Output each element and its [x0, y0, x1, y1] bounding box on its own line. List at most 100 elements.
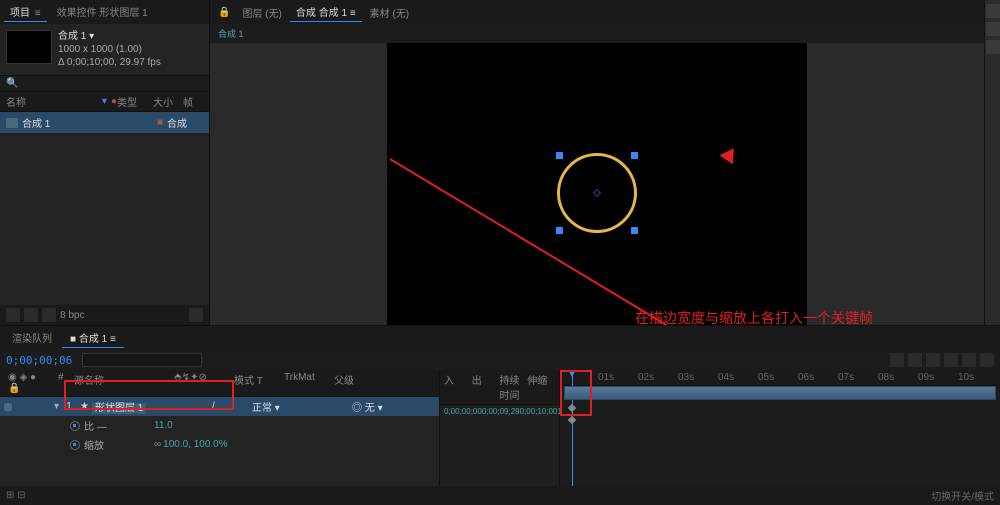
lock-icon[interactable]: 🔒: [214, 7, 234, 18]
time-ruler[interactable]: 01s 02s 03s 04s 05s 06s 07s 08s 09s 10s: [560, 370, 1000, 386]
stopwatch-icon[interactable]: [70, 421, 80, 431]
draft3d-button[interactable]: [908, 353, 922, 367]
tab-timeline-comp[interactable]: ■ 合成 1 ≡: [62, 328, 124, 348]
interpret-footage-button[interactable]: [6, 308, 20, 322]
timeline-search-input[interactable]: [82, 353, 202, 367]
blend-mode-dropdown[interactable]: 正常 ▾: [252, 399, 302, 414]
col-fps[interactable]: 帧: [183, 94, 203, 109]
out-value[interactable]: 0;00;09;29: [482, 407, 520, 416]
shape-circle[interactable]: ◇: [557, 153, 637, 233]
parent-dropdown[interactable]: ◎ 无 ▾: [352, 399, 432, 414]
motion-blur-button[interactable]: [962, 353, 976, 367]
timeline-tabs: 渲染队列 ■ 合成 1 ≡: [0, 326, 1000, 350]
in-value[interactable]: 0;00;00;00: [444, 407, 482, 416]
bbox-handle[interactable]: [556, 152, 563, 159]
tab-project[interactable]: 项目 ≡: [4, 2, 47, 22]
property-row[interactable]: 比 — 11.0: [0, 416, 439, 435]
project-columns-header: 名称 ▾ ● 类型 大小 帧: [0, 92, 209, 112]
comp-name-label[interactable]: 合成 1 ▾: [58, 30, 161, 43]
col-mode[interactable]: 模式 T: [230, 372, 280, 394]
col-name[interactable]: 名称: [6, 94, 26, 109]
timeline-footer: ⊞ ⊟ 切换开关/模式: [0, 486, 1000, 505]
col-source-name[interactable]: 源名称: [70, 372, 170, 394]
menu-icon[interactable]: ≡: [350, 8, 356, 19]
col-stretch[interactable]: 伸缩: [527, 372, 555, 402]
timeline-columns-header: ◉ ◈ ● 🔒 # 源名称 ⬘↯✦⊘ 模式 T TrkMat 父级: [0, 370, 439, 397]
layer-switch[interactable]: [192, 401, 200, 409]
sort-arrow-icon[interactable]: ▾: [102, 96, 107, 107]
timeline-body: ◉ ◈ ● 🔒 # 源名称 ⬘↯✦⊘ 模式 T TrkMat 父级 ▾ 1 ★ …: [0, 370, 1000, 486]
project-search[interactable]: 🔍: [0, 75, 209, 92]
tab-footage[interactable]: 素材 (无): [364, 3, 415, 22]
tab-composition[interactable]: 合成 合成 1 ≡: [290, 2, 362, 22]
col-in[interactable]: 入: [444, 372, 472, 402]
bbox-handle[interactable]: [556, 227, 563, 234]
project-panel-tabs: 项目 ≡ 效果控件 形状图层 1: [0, 0, 209, 24]
comp-mini-flowchart-button[interactable]: [890, 353, 904, 367]
bbox-handle[interactable]: [631, 227, 638, 234]
layer-name[interactable]: 形状图层 1: [92, 403, 146, 414]
timeline-io-columns: 入 出 持续时间 伸缩 0;00;00;00 0;00;09;29 0;00;1…: [440, 370, 560, 486]
project-item-row[interactable]: 合成 1 ■ 合成: [0, 112, 209, 133]
project-footer: 8 bpc: [0, 305, 209, 325]
current-timecode[interactable]: 0;00;00;06: [6, 354, 72, 367]
layer-color-label[interactable]: ★: [80, 401, 89, 412]
frame-blend-button[interactable]: [944, 353, 958, 367]
dock-button[interactable]: [986, 40, 1000, 54]
toggle-switches-button[interactable]: 切换开关/模式: [931, 488, 994, 503]
keyframe-diamond[interactable]: [568, 404, 576, 412]
viewer-panel: 🔒 图层 (无) 合成 合成 1 ≡ 素材 (无) 合成 1 ◇ 在描边宽度与缩…: [210, 0, 984, 325]
shy-button[interactable]: [926, 353, 940, 367]
project-item-name: 合成 1: [22, 115, 157, 130]
property-row[interactable]: 缩放 ∞ 100.0, 100.0%: [0, 435, 439, 454]
comp-breadcrumb[interactable]: 合成 1: [210, 24, 984, 43]
col-trkmat[interactable]: TrkMat: [280, 372, 330, 394]
stopwatch-icon[interactable]: [70, 440, 80, 450]
viewer-tabs: 🔒 图层 (无) 合成 合成 1 ≡ 素材 (无): [210, 0, 984, 24]
tab-effect-controls[interactable]: 效果控件 形状图层 1: [51, 2, 154, 22]
col-duration[interactable]: 持续时间: [500, 372, 528, 402]
graph-editor-button[interactable]: [980, 353, 994, 367]
layer-duration-bar[interactable]: [564, 386, 996, 400]
search-icon: 🔍: [6, 78, 18, 89]
dock-button[interactable]: [986, 4, 1000, 18]
new-folder-button[interactable]: [24, 308, 38, 322]
tab-layer[interactable]: 图层 (无): [236, 3, 287, 22]
comp-info: 合成 1 ▾ 1000 x 1000 (1.00) Δ 0;00;10;00, …: [0, 24, 209, 75]
property-name: 缩放: [84, 437, 154, 452]
layer-index: 1: [61, 401, 77, 412]
col-parent[interactable]: 父级: [330, 372, 410, 394]
timeline-layer-outline: ◉ ◈ ● 🔒 # 源名称 ⬘↯✦⊘ 模式 T TrkMat 父级 ▾ 1 ★ …: [0, 370, 440, 486]
project-item-type: 合成: [167, 115, 203, 130]
layer-row[interactable]: ▾ 1 ★ 形状图层 1 / 正常 ▾ ◎ 无 ▾: [0, 397, 439, 416]
trash-button[interactable]: [189, 308, 203, 322]
col-size[interactable]: 大小: [153, 94, 183, 109]
tab-render-queue[interactable]: 渲染队列: [4, 328, 60, 348]
composition-viewer[interactable]: ◇ 在描边宽度与缩放上各打入一个关键帧: [210, 43, 984, 343]
twirl-icon[interactable]: ▾: [54, 401, 59, 412]
twirl-layer-button[interactable]: ⊞ ⊟: [6, 490, 26, 501]
property-value[interactable]: 100.0, 100.0%: [163, 439, 228, 450]
visibility-toggle[interactable]: [4, 403, 12, 411]
keyframe-diamond[interactable]: [568, 416, 576, 424]
bpc-label[interactable]: 8 bpc: [60, 310, 84, 321]
comp-thumbnail[interactable]: [6, 30, 52, 64]
timeline-panel: 渲染队列 ■ 合成 1 ≡ 0;00;00;06 ◉ ◈ ● 🔒 # 源名称 ⬘…: [0, 325, 1000, 505]
new-comp-button[interactable]: [42, 308, 56, 322]
timeline-header: 0;00;00;06: [0, 350, 1000, 370]
property-name: 比 —: [84, 418, 154, 433]
project-item-tag: ■: [157, 117, 163, 128]
menu-icon[interactable]: ≡: [35, 8, 41, 19]
col-type[interactable]: 类型: [117, 94, 153, 109]
property-value[interactable]: 11.0: [154, 420, 173, 431]
layer-switch[interactable]: [202, 401, 210, 409]
right-dock: [984, 0, 1000, 325]
dock-button[interactable]: [986, 22, 1000, 36]
bbox-handle[interactable]: [631, 152, 638, 159]
col-out[interactable]: 出: [472, 372, 500, 402]
timeline-tracks[interactable]: 01s 02s 03s 04s 05s 06s 07s 08s 09s 10s: [560, 370, 1000, 486]
constrain-proportions-icon[interactable]: ∞: [154, 439, 161, 450]
anchor-point-icon[interactable]: ◇: [593, 188, 601, 199]
project-panel: 项目 ≡ 效果控件 形状图层 1 合成 1 ▾ 1000 x 1000 (1.0…: [0, 0, 210, 325]
duration-value[interactable]: 0;00;10;00: [520, 407, 558, 416]
